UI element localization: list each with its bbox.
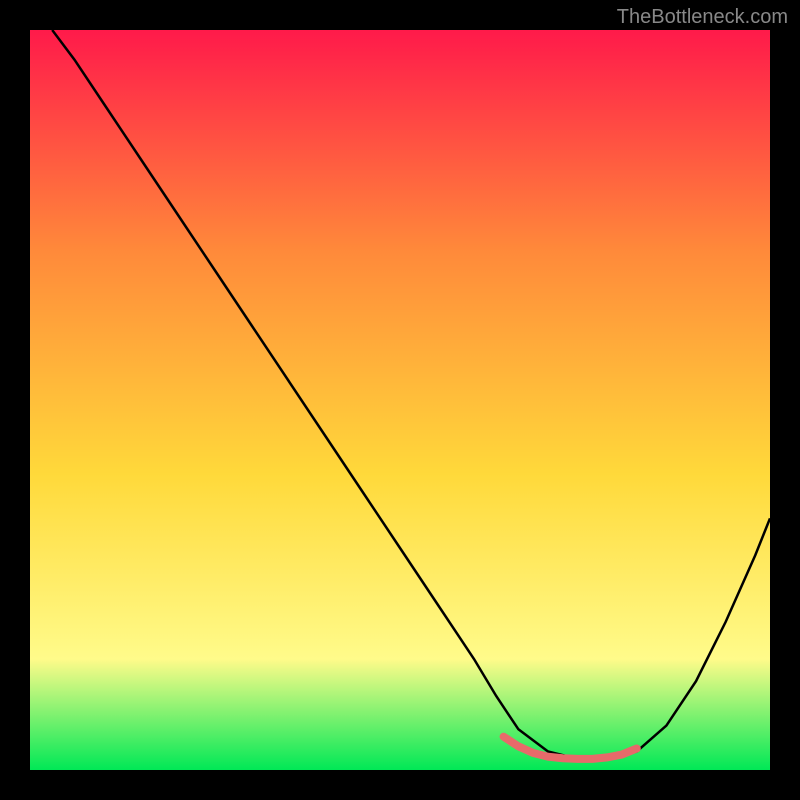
chart-svg xyxy=(30,30,770,770)
chart-container xyxy=(30,30,770,770)
gradient-background xyxy=(30,30,770,770)
watermark-text: TheBottleneck.com xyxy=(617,6,788,29)
